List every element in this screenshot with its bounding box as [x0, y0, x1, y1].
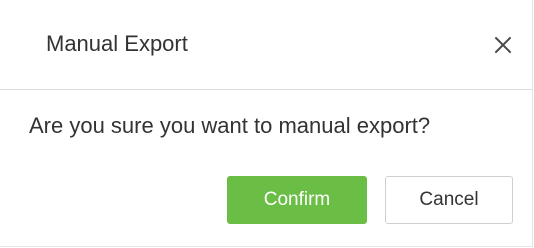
manual-export-dialog: Manual Export Are you sure you want to m…: [0, 0, 533, 247]
cancel-button[interactable]: Cancel: [385, 176, 513, 224]
dialog-header: Manual Export: [0, 0, 533, 90]
dialog-message: Are you sure you want to manual export?: [29, 113, 431, 138]
confirm-button[interactable]: Confirm: [227, 176, 367, 224]
close-button[interactable]: [486, 28, 520, 62]
dialog-title: Manual Export: [46, 31, 188, 56]
close-icon: [495, 37, 511, 53]
